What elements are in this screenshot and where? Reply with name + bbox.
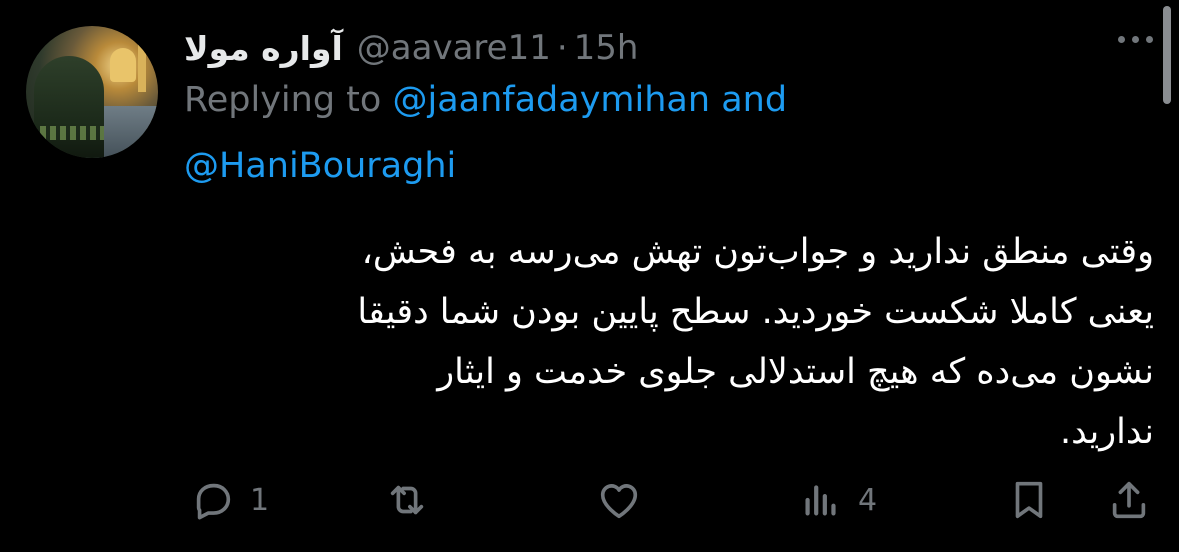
avatar-minaret — [138, 40, 146, 92]
more-dot — [1118, 36, 1125, 43]
avatar[interactable] — [26, 26, 158, 158]
reply-icon — [196, 483, 231, 520]
scrollbar[interactable] — [1163, 6, 1171, 104]
views-count: 4 — [858, 482, 878, 518]
views-chart-icon — [805, 485, 836, 516]
retweet-button[interactable] — [384, 476, 444, 524]
views-button[interactable]: 4 — [798, 476, 877, 524]
share-button[interactable] — [1106, 476, 1152, 524]
reply-button[interactable]: 1 — [190, 476, 269, 524]
bookmark-button[interactable] — [1006, 476, 1052, 524]
replying-to-label: Replying to — [184, 80, 382, 120]
replying-to-line-2: @HaniBouraghi — [184, 146, 456, 186]
reply-count: 1 — [250, 482, 270, 518]
avatar-dome — [110, 48, 136, 82]
mention-link[interactable]: @HaniBouraghi — [184, 146, 456, 186]
heart-icon — [600, 484, 638, 519]
more-dot — [1146, 36, 1153, 43]
separator-dot: · — [556, 28, 568, 68]
replying-to-line: Replying to @jaanfadaymihan and — [184, 80, 787, 120]
avatar-band — [40, 126, 104, 140]
user-handle[interactable]: @aavare11 — [357, 28, 551, 68]
bookmark-icon — [1015, 481, 1043, 519]
timestamp[interactable]: 15h — [574, 28, 639, 68]
more-horizontal-icon[interactable] — [1118, 36, 1153, 43]
retweet-icon — [390, 485, 424, 515]
mention-link[interactable]: @jaanfadaymihan — [392, 80, 710, 120]
replying-and: and — [721, 80, 788, 120]
like-button[interactable] — [596, 476, 656, 524]
tweet-text: وقتی منطق ندارید و جواب‌تون تهش می‌رسه ب… — [357, 232, 1154, 452]
share-icon — [1112, 481, 1146, 519]
display-name[interactable]: آواره مولا — [184, 29, 343, 68]
avatar-figure — [34, 56, 104, 158]
tweet-header: آواره مولا @aavare11 · 15h — [184, 20, 638, 76]
tweet-actions: 1 4 — [184, 476, 1154, 524]
more-dot — [1132, 36, 1139, 43]
